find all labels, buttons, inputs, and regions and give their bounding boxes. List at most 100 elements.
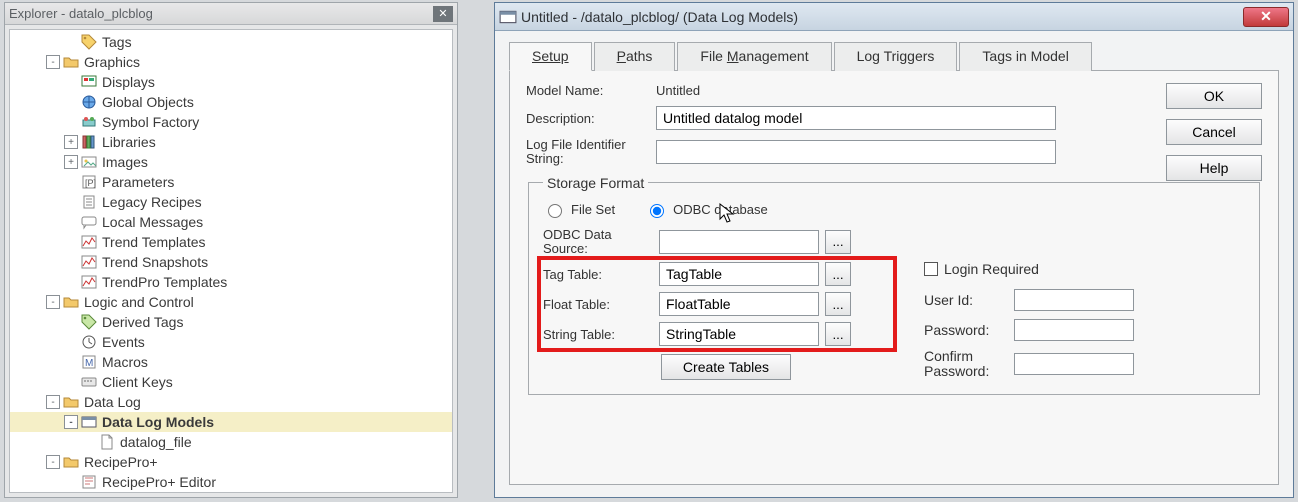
twist-spacer <box>64 375 78 389</box>
odbc-database-radio[interactable]: ODBC database <box>645 201 768 218</box>
description-input[interactable] <box>656 106 1056 130</box>
dialog-close-button[interactable]: ✕ <box>1243 7 1289 27</box>
tree-item-label: Images <box>102 154 148 170</box>
tab-setup[interactable]: Setup <box>509 42 592 71</box>
login-required-checkbox[interactable]: Login Required <box>924 261 1134 277</box>
dialog-title-text: Untitled - /datalo_plcblog/ (Data Log Mo… <box>521 9 1243 25</box>
odbc-database-radio-label: ODBC database <box>673 202 768 217</box>
confirm-password-input[interactable] <box>1014 353 1134 375</box>
params-icon: [P] <box>80 174 98 190</box>
tree-item[interactable]: - Logic and Control <box>10 292 452 312</box>
tag-table-input[interactable] <box>659 262 819 286</box>
twist-spacer <box>64 175 78 189</box>
tree-item[interactable]: Tags <box>10 32 452 52</box>
float-table-browse-button[interactable]: ... <box>825 292 851 316</box>
displays-icon <box>80 74 98 90</box>
collapse-icon[interactable]: - <box>46 55 60 69</box>
collapse-icon[interactable]: - <box>46 455 60 469</box>
password-input[interactable] <box>1014 319 1134 341</box>
twist-spacer <box>64 115 78 129</box>
tree-item[interactable]: Local Messages <box>10 212 452 232</box>
explorer-tree-scroll[interactable]: Tags -GraphicsDisplays Global Objects Symbo… <box>9 29 453 493</box>
svg-text:M: M <box>85 358 93 369</box>
tree-item[interactable]: + Libraries <box>10 132 452 152</box>
tree-item-label: Derived Tags <box>102 314 183 330</box>
explorer-close-button[interactable]: ✕ <box>433 6 453 22</box>
odbc-database-radio-input[interactable] <box>650 204 664 218</box>
odbc-data-source-browse-button[interactable]: ... <box>825 230 851 254</box>
float-table-input[interactable] <box>659 292 819 316</box>
tab-paths[interactable]: Paths <box>594 42 676 71</box>
odbc-data-source-input[interactable] <box>659 230 819 254</box>
create-tables-button[interactable]: Create Tables <box>661 354 791 380</box>
tree-item-label: Tags <box>102 34 132 50</box>
tree-item[interactable]: -Graphics <box>10 52 452 72</box>
explorer-tree: Tags -GraphicsDisplays Global Objects Symbo… <box>10 30 452 493</box>
tree-item-label: datalog_file <box>120 434 192 450</box>
twist-spacer <box>64 355 78 369</box>
tab-file-management[interactable]: File Management <box>677 42 831 71</box>
tree-item-label: Libraries <box>102 134 156 150</box>
dialog-button-column: OK Cancel Help <box>1166 83 1262 181</box>
dialog-titlebar: Untitled - /datalo_plcblog/ (Data Log Mo… <box>495 3 1293 31</box>
tree-item[interactable]: Legacy Recipes <box>10 192 452 212</box>
string-table-label: String Table: <box>543 327 653 342</box>
tree-item-label: Parameters <box>102 174 174 190</box>
tree-item[interactable]: -RecipePro+ <box>10 452 452 472</box>
tree-item-label: Global Objects <box>102 94 194 110</box>
expand-icon[interactable]: + <box>64 135 78 149</box>
tree-item-label: Client Keys <box>102 374 173 390</box>
tree-item[interactable]: - Data Log <box>10 392 452 412</box>
tree-item-label: Data Log <box>84 394 141 410</box>
tree-item[interactable]: Trend Snapshots <box>10 252 452 272</box>
twist-spacer <box>64 275 78 289</box>
collapse-icon[interactable]: - <box>64 415 78 429</box>
tree-item-label: Logic and Control <box>84 294 194 310</box>
tree-item[interactable]: Global Objects <box>10 92 452 112</box>
cancel-button[interactable]: Cancel <box>1166 119 1262 145</box>
tree-item[interactable]: MMacros <box>10 352 452 372</box>
tree-item[interactable]: Derived Tags <box>10 312 452 332</box>
file-set-radio[interactable]: File Set <box>543 201 615 218</box>
string-table-input[interactable] <box>659 322 819 346</box>
twist-spacer <box>64 255 78 269</box>
tree-item[interactable]: datalog_file <box>10 432 452 452</box>
tree-item[interactable]: Client Keys <box>10 372 452 392</box>
collapse-icon[interactable]: - <box>46 295 60 309</box>
tree-item[interactable]: RecipePro+ Editor <box>10 472 452 492</box>
ok-button[interactable]: OK <box>1166 83 1262 109</box>
tree-item[interactable]: Trend Templates <box>10 232 452 252</box>
images-icon <box>80 154 98 170</box>
tree-item[interactable]: Displays <box>10 72 452 92</box>
tree-item[interactable]: Symbol Factory <box>10 112 452 132</box>
dialog-title-icon <box>499 8 517 26</box>
tab-log-triggers-label: Log Triggers <box>857 48 935 64</box>
tree-item[interactable]: -Data Log Models <box>10 412 452 432</box>
tab-log-triggers[interactable]: Log Triggers <box>834 42 958 71</box>
tree-item[interactable]: + Images <box>10 152 452 172</box>
log-file-id-input[interactable] <box>656 140 1056 164</box>
folder-icon <box>62 454 80 470</box>
file-set-radio-input[interactable] <box>548 204 562 218</box>
setup-tab-panel: OK Cancel Help Model Name: Untitled Desc… <box>509 71 1279 485</box>
tab-tags-label: Tags in Model <box>982 48 1068 64</box>
help-button[interactable]: Help <box>1166 155 1262 181</box>
tree-item[interactable]: [P]Parameters <box>10 172 452 192</box>
tree-item[interactable]: TrendPro Templates <box>10 272 452 292</box>
tag-icon <box>80 34 98 50</box>
tree-item-label: TrendPro Templates <box>102 274 227 290</box>
user-id-input[interactable] <box>1014 289 1134 311</box>
tab-tags-in-model[interactable]: Tags in Model <box>959 42 1091 71</box>
model-name-value: Untitled <box>656 83 700 98</box>
tree-item[interactable]: Events <box>10 332 452 352</box>
string-table-browse-button[interactable]: ... <box>825 322 851 346</box>
trend-icon <box>80 274 98 290</box>
tab-setup-label: Setup <box>532 48 569 64</box>
tag-table-browse-button[interactable]: ... <box>825 262 851 286</box>
odbc-data-source-label: ODBC Data Source: <box>543 228 653 257</box>
globals-icon <box>80 94 98 110</box>
expand-icon[interactable]: + <box>64 155 78 169</box>
log-file-id-label: Log File Identifier String: <box>526 138 656 167</box>
collapse-icon[interactable]: - <box>46 395 60 409</box>
tree-item-label: RecipePro+ Editor <box>102 474 216 490</box>
